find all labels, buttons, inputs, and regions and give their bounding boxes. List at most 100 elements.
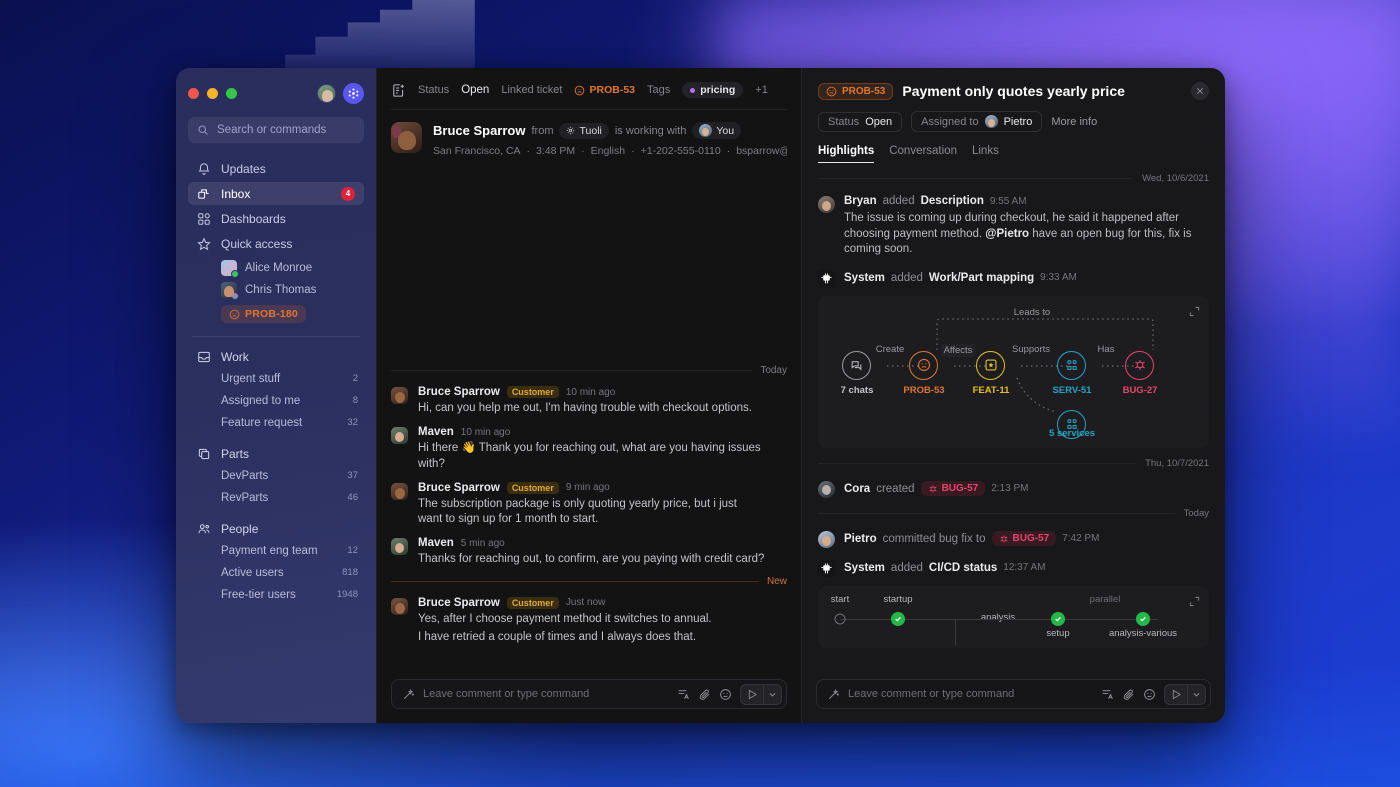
pipeline-node-setup[interactable] (1051, 611, 1065, 626)
attachment-icon[interactable] (1122, 688, 1135, 701)
tag-overflow-count[interactable]: +1 (755, 84, 768, 96)
sidebar-item-revparts[interactable]: RevParts 46 (188, 487, 364, 509)
sidebar-item-feature-request[interactable]: Feature request 32 (188, 412, 364, 434)
sidebar-group-people[interactable]: People (188, 518, 364, 540)
pipeline-sublabel-setup: setup (1046, 627, 1070, 639)
new-ticket-icon[interactable] (391, 83, 406, 98)
more-info-button[interactable]: More info (1051, 116, 1097, 128)
emoji-icon[interactable] (719, 688, 732, 701)
tab-highlights[interactable]: Highlights (818, 145, 875, 163)
bell-icon (198, 162, 210, 175)
node-feat-11[interactable] (976, 350, 1005, 380)
bug-chip[interactable]: BUG-57 (920, 481, 986, 497)
minimize-window-button[interactable] (207, 87, 218, 99)
item-count: 46 (347, 492, 358, 503)
activity-object: CI/CD status (928, 561, 998, 574)
composer-input[interactable]: Leave comment or type command (848, 688, 1093, 700)
bug-chip[interactable]: BUG-57 (991, 531, 1057, 547)
assignee-chip[interactable]: You (692, 122, 742, 139)
activity-author: System (844, 561, 885, 574)
mention[interactable]: @Pietro (985, 228, 1029, 240)
bug-id: BUG-57 (941, 483, 979, 495)
ticket-tabs: Highlights Conversation Links (818, 145, 1209, 163)
item-count: 32 (347, 417, 358, 428)
sidebar-person-chris[interactable]: Chris Thomas (188, 279, 364, 301)
sidebar-item-assigned-to-me[interactable]: Assigned to me 8 (188, 390, 364, 412)
pipeline-node-start[interactable] (834, 613, 846, 625)
sidebar-item-devparts[interactable]: DevParts 37 (188, 465, 364, 487)
ticket-activity-feed[interactable]: Wed, 10/6/2021 Bryan added Description 9… (802, 163, 1225, 679)
node-7-chats[interactable] (842, 350, 871, 380)
mapping-diagram: 7 chats PROB-53 FEAT-11 SERV-51 BUG-27 5… (818, 296, 1209, 448)
linked-ticket-chip[interactable]: PROB-53 (574, 84, 635, 96)
sidebar-item-inbox[interactable]: Inbox 4 (188, 182, 364, 205)
activity-author: Pietro (844, 532, 877, 545)
ticket-assignee-control[interactable]: Assigned to Pietro (911, 111, 1043, 132)
sidebar-item-label: Quick access (221, 236, 293, 251)
tab-links[interactable]: Links (972, 145, 999, 163)
inbox-badge: 4 (341, 186, 355, 201)
composer-input[interactable]: Leave comment or type command (423, 688, 669, 700)
status-value[interactable]: Open (461, 84, 489, 96)
sidebar-item-urgent-stuff[interactable]: Urgent stuff 2 (188, 368, 364, 390)
day-marker-label: Today (760, 365, 787, 376)
close-icon[interactable] (1191, 82, 1209, 100)
magic-wand-icon[interactable] (402, 688, 415, 701)
sidebar-item-updates[interactable]: Updates (188, 157, 364, 180)
bug-icon (929, 485, 937, 493)
sidebar-ticket-prob-180[interactable]: PROB-180 (221, 305, 306, 323)
node-bug-27[interactable] (1125, 350, 1154, 380)
sidebar-group-parts[interactable]: Parts (188, 443, 364, 465)
avatar (391, 597, 408, 615)
conversation-composer[interactable]: Leave comment or type command (391, 679, 787, 709)
brand-logo-icon[interactable] (343, 82, 364, 104)
maximize-window-button[interactable] (226, 87, 237, 99)
magic-wand-icon[interactable] (827, 688, 840, 701)
emoji-icon[interactable] (1143, 688, 1156, 701)
expand-icon[interactable] (1189, 594, 1200, 612)
sidebar-item-dashboards[interactable]: Dashboards (188, 207, 364, 230)
sidebar-item-payment-eng-team[interactable]: Payment eng team 12 (188, 540, 364, 562)
node-label-5-services: 5 services (1049, 427, 1095, 439)
tab-conversation[interactable]: Conversation (889, 145, 957, 163)
send-button[interactable] (741, 689, 763, 700)
message-list[interactable]: Today Bruce Sparrow Customer 10 min ago … (377, 157, 801, 679)
send-button-group[interactable] (740, 683, 782, 705)
send-button-group[interactable] (1164, 683, 1206, 705)
ticket-composer[interactable]: Leave comment or type command (816, 679, 1211, 709)
tag-pricing[interactable]: pricing (682, 82, 744, 98)
sidebar-group-work[interactable]: Work (188, 346, 364, 368)
close-window-button[interactable] (188, 87, 199, 99)
contact-location: San Francisco, CA (433, 145, 521, 157)
sidebar-item-quick-access[interactable]: Quick access (188, 232, 364, 255)
text-format-icon[interactable] (1101, 688, 1114, 701)
sidebar-item-active-users[interactable]: Active users 818 (188, 562, 364, 584)
node-serv-51[interactable] (1057, 350, 1086, 380)
item-count: 1948 (336, 589, 358, 600)
search-input[interactable]: Search or commands (188, 117, 364, 143)
send-button[interactable] (1165, 689, 1187, 700)
person-name: Alice Monroe (245, 262, 313, 274)
chevron-down-icon[interactable] (764, 690, 781, 699)
work-part-mapping-widget[interactable]: 7 chats PROB-53 FEAT-11 SERV-51 BUG-27 5… (818, 295, 1209, 448)
item-label: DevParts (221, 469, 269, 482)
avatar[interactable] (317, 83, 336, 103)
node-prob-53[interactable] (909, 350, 938, 380)
sidebar-item-free-tier-users[interactable]: Free-tier users 1948 (188, 584, 364, 606)
pipeline-node-startup[interactable] (891, 611, 905, 626)
ticket-id-chip[interactable]: PROB-53 (818, 82, 894, 100)
chevron-down-icon[interactable] (1188, 690, 1205, 699)
pipeline-label-start: start (830, 593, 850, 605)
activity-item: Pietro committed bug fix to BUG-57 7:42 … (818, 530, 1209, 548)
pipeline-label-parallel: parallel (1089, 593, 1121, 605)
ticket-status-control[interactable]: Status Open (818, 111, 903, 132)
sidebar-person-alice[interactable]: Alice Monroe (188, 257, 364, 279)
attachment-icon[interactable] (698, 688, 711, 701)
cicd-status-widget[interactable]: start startup analysis parallel setup an… (818, 585, 1209, 648)
org-chip[interactable]: Tuoli (559, 122, 609, 139)
text-format-icon[interactable] (677, 688, 690, 701)
message-text: Hi, can you help me out, I'm having trou… (418, 402, 752, 414)
pipeline-node-analysis-various[interactable] (1136, 611, 1150, 626)
item-count: 8 (352, 395, 358, 406)
conversation-toolbar: Status Open Linked ticket PROB-53 Tags p… (377, 76, 801, 104)
